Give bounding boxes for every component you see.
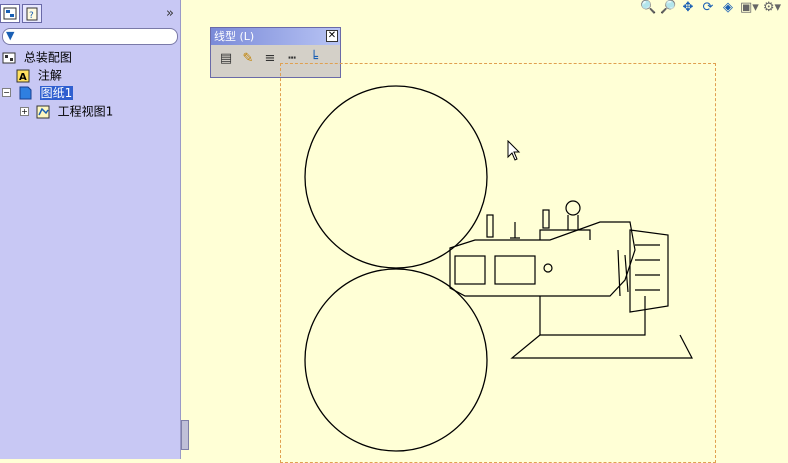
assembly-icon: [2, 52, 16, 63]
layer-properties-icon[interactable]: ▤: [217, 50, 235, 68]
drawing-view-geometry[interactable]: [300, 80, 700, 460]
pan-icon[interactable]: ✥: [680, 0, 696, 16]
close-button[interactable]: ✕: [326, 30, 338, 42]
expand-icon[interactable]: +: [20, 107, 29, 116]
tree-item-annotations[interactable]: A 注解: [16, 67, 62, 83]
display-style-icon[interactable]: ▣▾: [740, 0, 759, 16]
line-format-toolbar-title[interactable]: 线型 (L) ✕: [211, 28, 340, 45]
toolbar-title-text: 线型 (L): [214, 30, 255, 43]
tree-item-label: 总装配图: [23, 50, 72, 65]
zoom-to-fit-icon[interactable]: 🔍: [640, 0, 656, 16]
tab-property-manager[interactable]: ?: [22, 4, 42, 23]
tree-item-assembly[interactable]: 总装配图: [2, 49, 72, 65]
line-thickness-icon[interactable]: ≡: [261, 50, 279, 68]
property-manager-icon: ?: [26, 7, 38, 21]
drawing-sheet-icon: [19, 86, 32, 99]
feature-manager-panel: ? » ▼ 总装配图 A 注解 − 图纸1 + 工程视图1: [0, 0, 181, 459]
collapse-icon[interactable]: −: [2, 88, 11, 97]
tab-feature-tree[interactable]: [0, 4, 20, 23]
view-settings-icon[interactable]: ⚙▾: [760, 0, 784, 16]
view-orientation-icon[interactable]: ◈: [720, 0, 736, 16]
zoom-area-icon[interactable]: 🔎: [660, 0, 676, 16]
tree-filter-input[interactable]: ▼: [2, 28, 178, 45]
filter-icon: ▼: [6, 29, 15, 42]
rotate-icon[interactable]: ⟳: [700, 0, 716, 16]
mouse-cursor-icon: [507, 140, 521, 161]
tree-item-drawing-view[interactable]: + 工程视图1: [20, 103, 113, 119]
collapse-chevron-icon[interactable]: »: [166, 6, 174, 21]
feature-tree-icon: [3, 7, 17, 20]
annotation-icon: A: [16, 69, 30, 83]
drawing-view-icon: [36, 105, 50, 118]
heads-up-view-toolbar: 🔍 🔎 ✥ ⟳ ◈ ▣▾ ⚙▾: [640, 0, 784, 18]
tree-item-label: 图纸1: [39, 85, 74, 100]
panel-resize-handle[interactable]: [181, 420, 189, 450]
line-color-icon[interactable]: ✎: [239, 50, 257, 68]
svg-text:A: A: [19, 72, 27, 83]
svg-text:?: ?: [29, 11, 34, 21]
tree-item-label: 工程视图1: [57, 104, 114, 119]
tree-item-sheet[interactable]: − 图纸1: [2, 84, 74, 100]
tree-item-label: 注解: [37, 68, 62, 83]
panel-tabs: ? »: [0, 4, 180, 24]
